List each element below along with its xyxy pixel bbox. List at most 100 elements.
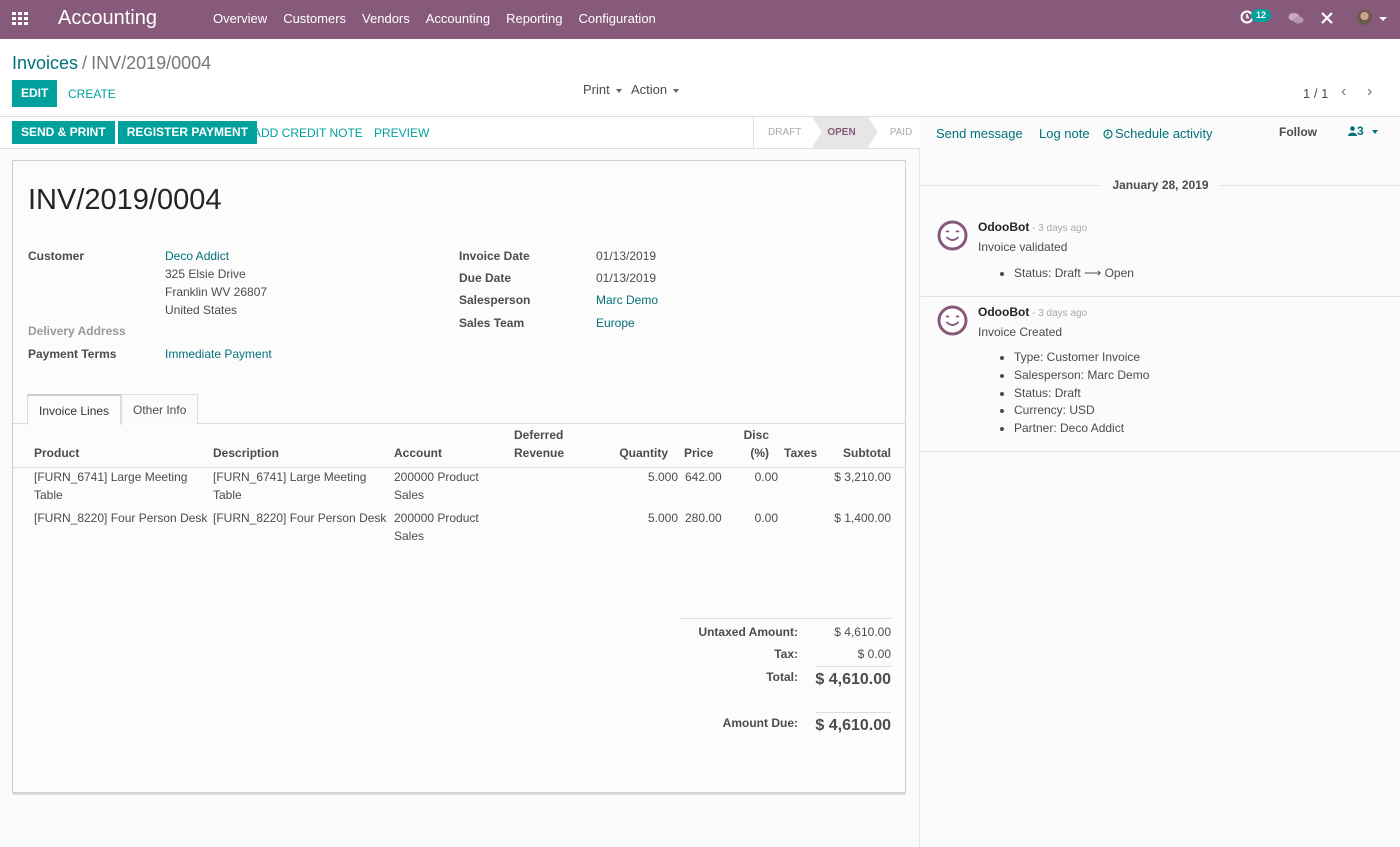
pager-value[interactable]: 1 / 1 [1303,86,1328,101]
col-product[interactable]: Product [34,444,79,462]
total-label: Total: [766,670,798,684]
customer-address-line1: 325 Elsie Drive [165,267,246,281]
tracking-item: Partner: Deco Addict [1014,420,1149,438]
menu-accounting[interactable]: Accounting [426,11,490,26]
follow-button[interactable]: Follow [1279,125,1317,139]
cell-product: [FURN_8220] Four Person Desk [34,511,208,525]
col-quantity[interactable]: Quantity [603,444,668,462]
log-note-button[interactable]: Log note [1039,126,1090,141]
message-author[interactable]: OdooBot - 3 days ago [978,220,1087,234]
caret-down-icon [1371,129,1378,134]
date-separator-label: January 28, 2019 [1112,178,1209,192]
send-message-button[interactable]: Send message [936,126,1023,141]
followers-count: 3 [1357,124,1364,138]
add-credit-note-button[interactable]: ADD CREDIT NOTE [253,126,363,140]
cell-product-wrap: Table [34,488,63,502]
menu-reporting[interactable]: Reporting [506,11,562,26]
cell-subtotal: $ 1,400.00 [834,511,891,525]
col-account[interactable]: Account [394,444,442,462]
sales-team-label: Sales Team [459,316,525,330]
chatter-topbar: Send message Log note Schedule activity … [921,117,1400,149]
payment-terms-label: Payment Terms [28,347,117,361]
cell-price: 280.00 [685,511,722,525]
control-panel: Invoices / INV/2019/0004 EDIT CREATE Print… [0,39,1400,117]
menu-vendors[interactable]: Vendors [362,11,410,26]
cell-product: [FURN_6741] Large Meeting [34,470,188,484]
menu-customers[interactable]: Customers [283,11,346,26]
invoice-date-value: 01/13/2019 [596,249,657,263]
tab-invoice-lines[interactable]: Invoice Lines [27,394,122,425]
send-and-print-button[interactable]: SEND & PRINT [12,121,115,144]
debug-tools-icon[interactable] [1320,11,1334,25]
create-button[interactable]: CREATE [68,87,116,101]
stage-draft[interactable]: DRAFT [754,117,813,148]
messaging-icon[interactable] [1288,12,1304,26]
col-subtotal[interactable]: Subtotal [813,444,891,462]
message-author[interactable]: OdooBot - 3 days ago [978,305,1087,319]
author-name: OdooBot [978,305,1030,319]
author-name: OdooBot [978,220,1030,234]
stage-open[interactable]: OPEN [812,117,879,148]
menu-overview[interactable]: Overview [213,11,267,26]
sales-team-link[interactable]: Europe [596,314,635,332]
print-label: Print [583,82,610,97]
salesperson-link[interactable]: Marc Demo [596,291,658,309]
cell-account: 200000 Product [394,470,479,484]
customer-address-line2: Franklin WV 26807 [165,285,268,299]
tracking-values: Type: Customer Invoice Salesperson: Marc… [1014,349,1149,438]
print-dropdown[interactable]: Print [583,82,622,97]
cell-quantity: 5.000 [647,511,678,525]
message-body: Invoice validated [978,240,1068,254]
chatter: Send message Log note Schedule activity … [921,117,1400,847]
user-avatar[interactable] [1357,10,1372,25]
due-date-value: 01/13/2019 [596,271,657,285]
customer-link[interactable]: Deco Addict [165,247,229,265]
breadcrumb-separator: / [82,53,88,73]
schedule-activity-label: Schedule activity [1115,126,1213,141]
preview-button[interactable]: PREVIEW [374,126,429,140]
total-value: $ 4,610.00 [815,671,891,688]
untaxed-amount-value: $ 4,610.00 [834,625,891,639]
main-menu: Overview Customers Vendors Accounting Re… [213,11,672,26]
message-time: - 3 days ago [1029,308,1088,319]
form-statusbar: SEND & PRINT REGISTER PAYMENT ADD CREDIT… [0,117,920,149]
col-price[interactable]: Price [684,444,713,462]
clock-icon [1103,129,1113,139]
breadcrumb: Invoices / INV/2019/0004 [12,53,211,74]
breadcrumb-invoices[interactable]: Invoices [12,53,78,73]
status-stages: DRAFT OPEN PAID [753,117,924,148]
customer-label: Customer [28,249,85,263]
top-navbar: Accounting Overview Customers Vendors Ac… [0,0,1400,39]
customer-address-line3: United States [165,303,238,317]
col-description[interactable]: Description [213,444,279,462]
delivery-address-label: Delivery Address [28,324,126,338]
user-menu-caret-icon[interactable] [1379,17,1387,21]
tax-value: $ 0.00 [857,647,891,661]
message-divider [921,451,1400,452]
cell-description: [FURN_6741] Large Meeting [213,470,367,484]
action-dropdown[interactable]: Action [631,82,680,97]
cell-discount: 0.00 [754,470,778,484]
followers-button[interactable]: 3 [1348,124,1378,138]
pager-previous-icon[interactable]: ‹ [1341,83,1346,101]
col-deferred-revenue-line1[interactable]: Deferred [514,426,563,444]
breadcrumb-current: INV/2019/0004 [91,53,212,73]
menu-configuration[interactable]: Configuration [578,11,655,26]
cell-price: 642.00 [685,470,722,484]
schedule-activity-button[interactable]: Schedule activity [1103,126,1213,141]
col-disc-line2[interactable]: (%) [733,444,769,462]
cell-description: [FURN_8220] Four Person Desk [213,511,387,525]
odoobot-avatar-icon [937,305,968,336]
register-payment-button[interactable]: REGISTER PAYMENT [117,121,258,144]
cell-discount: 0.00 [754,511,778,525]
caret-down-icon [673,88,680,93]
odoobot-avatar-icon [937,220,968,251]
apps-menu-icon[interactable] [12,12,28,25]
col-deferred-revenue-line2[interactable]: Revenue [514,444,564,462]
invoice-number-title: INV/2019/0004 [28,184,222,216]
col-disc-line1[interactable]: Disc [733,426,769,444]
tab-other-info[interactable]: Other Info [121,394,199,424]
edit-button[interactable]: EDIT [12,80,58,107]
pager-next-icon[interactable]: › [1367,83,1372,101]
payment-terms-link[interactable]: Immediate Payment [165,345,272,363]
